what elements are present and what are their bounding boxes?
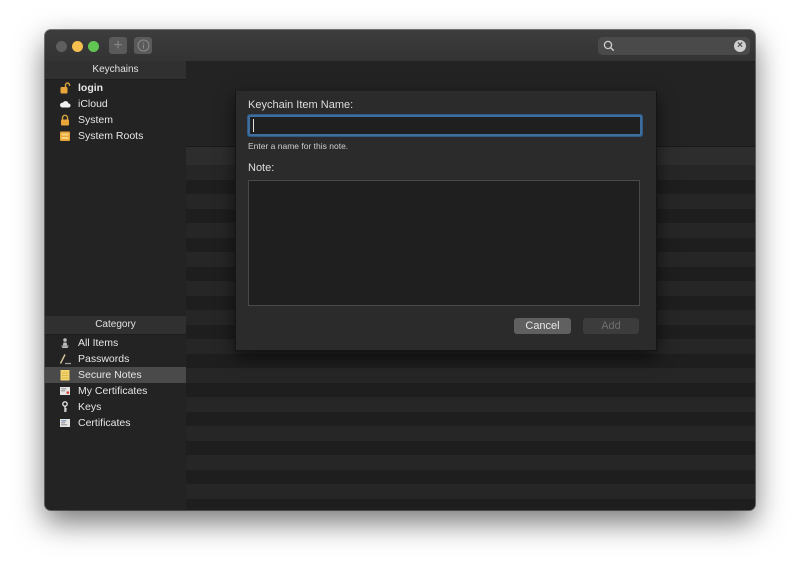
padlock-icon <box>61 114 69 126</box>
keychain-window: + × Keychains login iCloud System System… <box>45 30 755 510</box>
sidebar-item-label: System Roots <box>78 130 144 142</box>
sidebar-item-system[interactable]: System <box>45 112 186 128</box>
table-row[interactable] <box>186 440 755 455</box>
table-row[interactable] <box>186 469 755 484</box>
sidebar-item-label: System <box>78 114 114 126</box>
sidebar-item-label: Certificates <box>78 417 131 429</box>
table-row[interactable] <box>186 455 755 470</box>
add-button[interactable]: Add <box>583 318 639 334</box>
table-row[interactable] <box>186 498 755 510</box>
all-items-icon <box>61 338 69 348</box>
note-label: Note: <box>248 162 275 174</box>
keychains-header: Keychains <box>45 61 186 80</box>
toolbar: + × <box>45 30 755 62</box>
sidebar-item-label: Keys <box>78 401 102 413</box>
sidebar-item-label: Secure Notes <box>78 369 142 381</box>
note-icon <box>60 370 70 381</box>
unlocked-padlock-icon <box>60 82 71 94</box>
key-icon <box>62 401 68 412</box>
sidebar-item-label: Passwords <box>78 353 130 365</box>
close-window-button[interactable] <box>56 41 67 52</box>
sidebar-item-certificates[interactable]: Certificates <box>45 415 186 431</box>
certificate-icon <box>60 387 70 395</box>
name-label: Keychain Item Name: <box>248 99 354 111</box>
sidebar-item-icloud[interactable]: iCloud <box>45 96 186 112</box>
cancel-button[interactable]: Cancel <box>514 318 571 334</box>
search-icon <box>603 40 615 52</box>
new-secure-note-sheet: Keychain Item Name: Enter a name for thi… <box>235 91 657 351</box>
sidebar-item-label: login <box>78 82 104 94</box>
table-row[interactable] <box>186 411 755 426</box>
minimize-window-button[interactable] <box>72 41 83 52</box>
sidebar-item-secure-notes[interactable]: Secure Notes <box>45 367 186 383</box>
certificate-icon <box>60 419 70 427</box>
sidebar-item-passwords[interactable]: Passwords <box>45 351 186 367</box>
note-textarea[interactable] <box>248 180 640 306</box>
name-hint: Enter a name for this note. <box>248 141 349 151</box>
search-field[interactable]: × <box>598 37 750 55</box>
table-row[interactable] <box>186 368 755 383</box>
table-row[interactable] <box>186 484 755 499</box>
passwords-icon <box>59 354 71 365</box>
text-caret <box>253 119 254 132</box>
sidebar-item-system-roots[interactable]: System Roots <box>45 128 186 144</box>
sidebar-item-all-items[interactable]: All Items <box>45 335 186 351</box>
table-row[interactable] <box>186 353 755 368</box>
clear-search-button[interactable]: × <box>734 40 746 52</box>
table-row[interactable] <box>186 382 755 397</box>
cabinet-icon <box>60 131 70 141</box>
zoom-window-button[interactable] <box>88 41 99 52</box>
info-icon <box>137 39 149 52</box>
sidebar-item-label: My Certificates <box>78 385 148 397</box>
sidebar-item-login[interactable]: login <box>45 80 186 96</box>
close-icon: × <box>737 40 743 51</box>
sidebar: Keychains login iCloud System System Roo… <box>45 61 187 510</box>
category-header: Category <box>45 316 186 335</box>
sidebar-item-my-certificates[interactable]: My Certificates <box>45 383 186 399</box>
cloud-icon <box>60 101 71 108</box>
add-item-button[interactable]: + <box>109 37 127 54</box>
plus-icon: + <box>113 37 123 54</box>
table-row[interactable] <box>186 426 755 441</box>
search-input[interactable] <box>618 37 728 55</box>
table-row[interactable] <box>186 397 755 412</box>
item-name-input[interactable] <box>248 115 642 136</box>
get-info-button[interactable] <box>134 37 152 54</box>
sidebar-item-keys[interactable]: Keys <box>45 399 186 415</box>
sidebar-item-label: All Items <box>78 337 119 349</box>
sidebar-item-label: iCloud <box>78 98 108 110</box>
